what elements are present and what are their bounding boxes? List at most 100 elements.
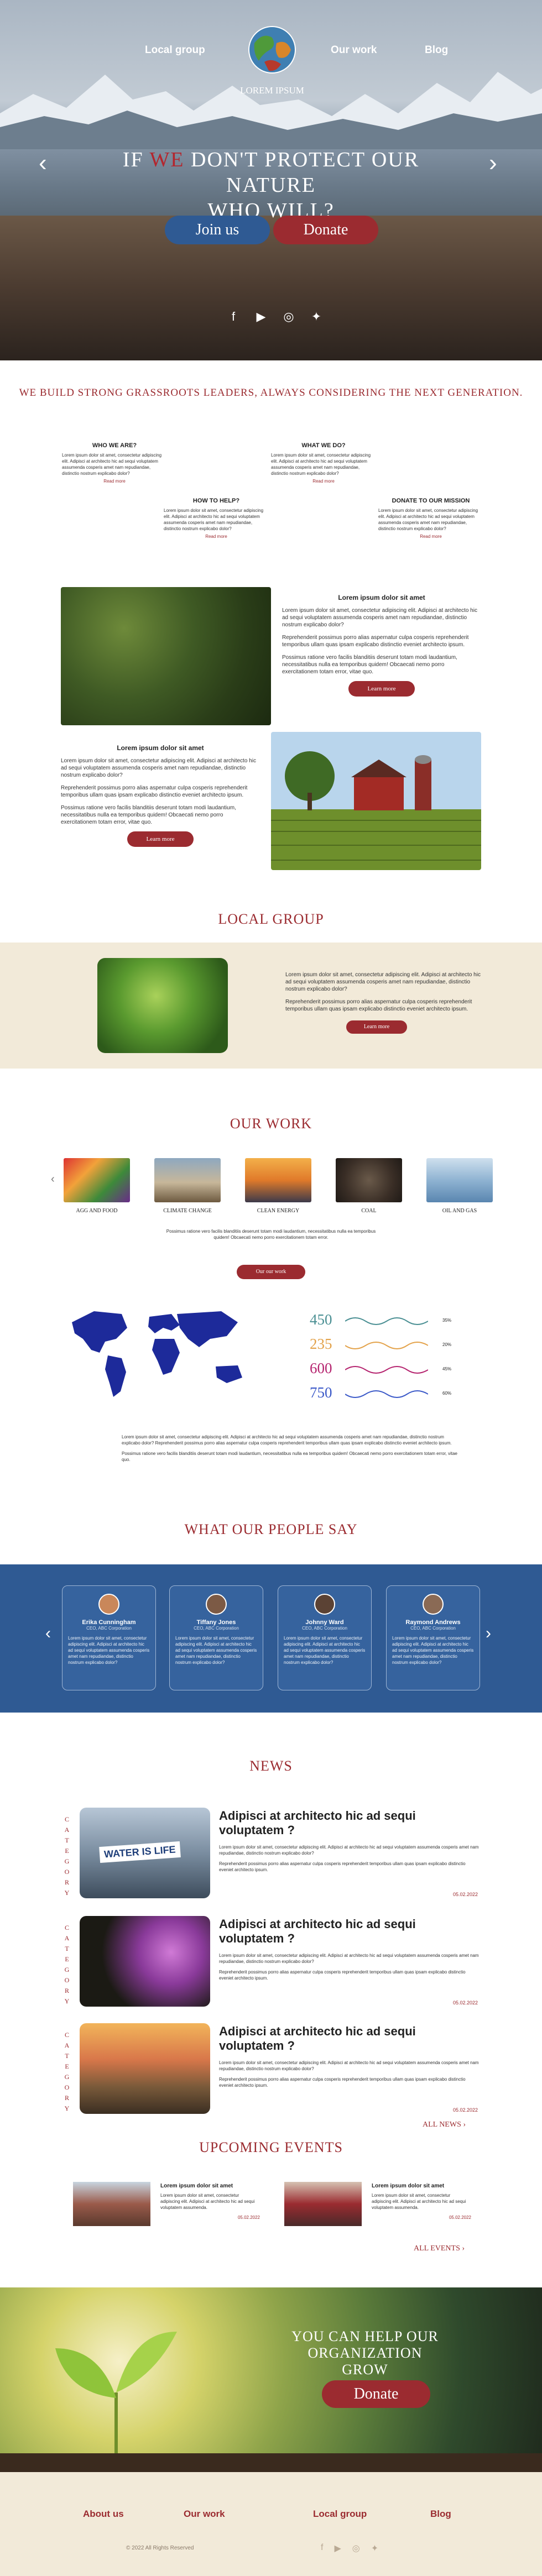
- news-p2: Reprehenderit possimus porro alias asper…: [219, 1861, 466, 1872]
- local-group-learn-more-button[interactable]: Learn more: [346, 1020, 407, 1034]
- our-work-button[interactable]: Our our work: [237, 1265, 305, 1279]
- qa-title: Who we are?: [92, 442, 137, 449]
- testimonial-name: Johnny Ward: [305, 1619, 344, 1626]
- hero-section: Local group Our work Blog LOREM IPSUM ‹ …: [0, 0, 542, 360]
- event-body: Lorem ipsum dolor sit amet, consectetur …: [372, 2193, 466, 2210]
- testimonial-prev-arrow[interactable]: ‹: [45, 1624, 51, 1643]
- work-card-clean-energy[interactable]: Clean energy: [242, 1158, 314, 1214]
- farm-image: [271, 732, 481, 870]
- nav-our-work[interactable]: Our work: [331, 44, 377, 56]
- all-news-link[interactable]: All news ›: [423, 2121, 466, 2129]
- work-card-label: Clean energy: [257, 1208, 300, 1214]
- footer-our-work[interactable]: Our work: [184, 2509, 225, 2520]
- news-date: 05.02.2022: [452, 2000, 478, 2006]
- learn-more-button[interactable]: Learn more: [127, 831, 194, 847]
- stat-row: 235 20%: [310, 1336, 476, 1360]
- stat-row: 750 60%: [310, 1384, 476, 1409]
- work-p2: Possimus ratione vero facilis blanditiis…: [122, 1451, 457, 1462]
- event-text: Lorem ipsum dolor sit amet Lorem ipsum d…: [372, 2183, 471, 2220]
- news-title[interactable]: Adipisci at architecto hic ad sequi volu…: [219, 2024, 479, 2053]
- testimonial-quote: Lorem ipsum dolor sit amet, consectetur …: [68, 1636, 150, 1665]
- testimonial-role: CEO, ABC Corporation: [194, 1626, 239, 1631]
- protest-image: WATER IS LIFE: [80, 1808, 210, 1898]
- testimonial-card: Erika Cunningham CEO, ABC Corporation Lo…: [62, 1585, 156, 1690]
- work-card-climate[interactable]: Climate change: [152, 1158, 223, 1214]
- hero-prev-arrow[interactable]: ‹: [39, 149, 47, 177]
- news-title[interactable]: Adipisci at architecto hic ad sequi volu…: [219, 1809, 479, 1837]
- feature-text-2: Lorem ipsum dolor sit amet Lorem ipsum d…: [61, 744, 260, 847]
- join-us-button[interactable]: Join us: [165, 216, 270, 244]
- footer: About us Our work Local group Blog © 202…: [0, 2472, 542, 2576]
- work-card-oil-gas[interactable]: Oil and gas: [424, 1158, 496, 1214]
- read-more-link[interactable]: Read more: [164, 534, 269, 539]
- footer-local-group[interactable]: Local group: [313, 2509, 367, 2520]
- instagram-icon[interactable]: ◎: [352, 2543, 360, 2554]
- feature-p2: Reprehenderit possimus porro alias asper…: [61, 785, 248, 798]
- youtube-icon[interactable]: ▶: [253, 310, 269, 324]
- stat-pct: 35%: [442, 1318, 452, 1323]
- work-description: Lorem ipsum dolor sit amet, consectetur …: [122, 1434, 459, 1463]
- nav-local-group[interactable]: Local group: [145, 44, 205, 56]
- footer-about-us[interactable]: About us: [83, 2509, 124, 2520]
- feature-p1: Lorem ipsum dolor sit amet, consectetur …: [61, 758, 256, 778]
- stat-wave: [345, 1342, 428, 1349]
- work-card-label: Agg and food: [76, 1208, 118, 1214]
- testimonial-name: Erika Cunningham: [82, 1619, 136, 1626]
- testimonial-quote: Lorem ipsum dolor sit amet, consectetur …: [175, 1636, 257, 1665]
- logo-text: LOREM IPSUM: [240, 85, 304, 96]
- work-prev-arrow[interactable]: ‹: [51, 1173, 55, 1186]
- event-image: [284, 2182, 362, 2226]
- news-item[interactable]: CATEGORY Adipisci at architecto hic ad s…: [55, 1916, 487, 2021]
- read-more-link[interactable]: Read more: [62, 479, 167, 484]
- work-card-coal[interactable]: Coal: [333, 1158, 405, 1214]
- testimonial-next-arrow[interactable]: ›: [486, 1624, 491, 1643]
- stat-wave: [345, 1390, 428, 1398]
- event-card[interactable]: Lorem ipsum dolor sit amet Lorem ipsum d…: [69, 2175, 268, 2236]
- news-p1: Lorem ipsum dolor sit amet, consectetur …: [219, 1953, 479, 1964]
- stat-pct: 60%: [442, 1391, 452, 1396]
- qa-body: Lorem ipsum dolor sit amet, consectetur …: [62, 453, 162, 476]
- hero-next-arrow[interactable]: ›: [489, 149, 497, 177]
- work-p1: Lorem ipsum dolor sit amet, consectetur …: [122, 1434, 452, 1446]
- stat-value: 600: [310, 1360, 332, 1376]
- read-more-link[interactable]: Read more: [271, 479, 376, 484]
- grow-line1: You can help our: [291, 2328, 439, 2344]
- local-group-p1: Lorem ipsum dolor sit amet, consectetur …: [285, 972, 481, 992]
- event-date: 05.02.2022: [449, 2215, 471, 2220]
- facebook-icon[interactable]: f: [321, 2543, 323, 2554]
- local-group-section: Lorem ipsum dolor sit amet, consectetur …: [0, 943, 542, 1069]
- learn-more-button[interactable]: Learn more: [348, 681, 415, 697]
- work-card-agg-food[interactable]: Agg and food: [61, 1158, 133, 1214]
- footer-blog[interactable]: Blog: [430, 2509, 451, 2520]
- coal-image: [336, 1158, 402, 1202]
- news-item[interactable]: CATEGORY WATER IS LIFE Adipisci at archi…: [55, 1808, 487, 1913]
- news-item[interactable]: CATEGORY Adipisci at architecto hic ad s…: [55, 2023, 487, 2128]
- people-heading: What our people say: [184, 1521, 358, 1537]
- feature-title: Lorem ipsum dolor sit amet: [338, 594, 425, 601]
- logo-icon[interactable]: [238, 21, 306, 90]
- grow-donate-button[interactable]: Donate: [322, 2380, 430, 2408]
- avatar: [314, 1594, 335, 1615]
- youtube-icon[interactable]: ▶: [334, 2543, 341, 2554]
- read-more-link[interactable]: Read more: [378, 534, 483, 539]
- all-events-link[interactable]: All events ›: [414, 2244, 465, 2253]
- facebook-icon[interactable]: f: [226, 310, 241, 324]
- forest-image: [61, 587, 271, 725]
- wind-turbine-image: [245, 1158, 311, 1202]
- feature-p1: Lorem ipsum dolor sit amet, consectetur …: [282, 608, 477, 628]
- avatar: [423, 1594, 444, 1615]
- work-card-label: Oil and gas: [442, 1208, 477, 1214]
- footer-social-links: f ▶ ◎ ✦: [321, 2543, 378, 2554]
- donate-button[interactable]: Donate: [273, 216, 378, 244]
- sunset-field-image: [80, 2023, 210, 2114]
- twitter-icon[interactable]: ✦: [371, 2543, 378, 2554]
- news-title[interactable]: Adipisci at architecto hic ad sequi volu…: [219, 1917, 479, 1946]
- twitter-icon[interactable]: ✦: [309, 310, 324, 324]
- testimonial-quote: Lorem ipsum dolor sit amet, consectetur …: [284, 1636, 366, 1665]
- stat-value: 450: [310, 1311, 332, 1328]
- work-card-label: Climate change: [163, 1208, 212, 1214]
- instagram-icon[interactable]: ◎: [281, 310, 296, 324]
- qa-body: Lorem ipsum dolor sit amet, consectetur …: [378, 508, 478, 531]
- nav-blog[interactable]: Blog: [425, 44, 448, 56]
- event-card[interactable]: Lorem ipsum dolor sit amet Lorem ipsum d…: [280, 2175, 479, 2236]
